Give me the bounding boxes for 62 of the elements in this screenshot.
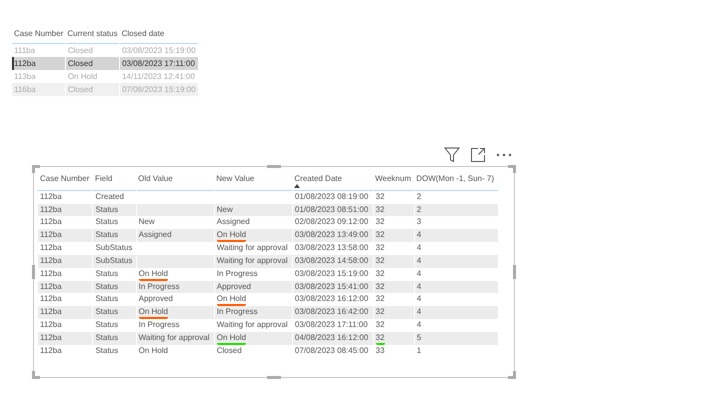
table-cell: 4	[414, 306, 498, 320]
table-cell: On Hold	[136, 344, 214, 358]
column-header[interactable]: Old Value	[138, 174, 173, 183]
table-cell: 04/08/2023 16:12:00	[292, 332, 374, 345]
column-header[interactable]: DOW(Mon -1, Sun- 7)	[416, 174, 494, 183]
table-cell: Status	[92, 306, 136, 320]
table-cell: 1	[414, 344, 498, 358]
table-cell: Status	[92, 229, 136, 242]
table-cell: 32	[373, 306, 414, 320]
table-cell: In Progress	[214, 306, 292, 320]
table-cell: 01/08/2023 08:51:00	[292, 204, 374, 216]
table-cell: Waiting for approval	[214, 254, 292, 268]
table-cell: Assigned	[136, 229, 214, 242]
column-header[interactable]: Weeknum	[375, 174, 411, 183]
table-cell: 32	[373, 280, 414, 294]
table-cell: On Hold	[216, 230, 246, 242]
table-cell: 112ba	[38, 306, 93, 320]
table-cell: 112ba	[38, 254, 93, 268]
focus-mode-icon[interactable]	[470, 147, 486, 163]
table-cell: Closed	[214, 344, 292, 358]
table-cell: 112ba	[38, 344, 93, 358]
column-header[interactable]: Case Number	[40, 174, 90, 183]
table-cell: In Progress	[136, 280, 214, 294]
table-cell: 112ba	[38, 280, 93, 294]
table-cell: 07/08/2023 08:45:00	[292, 344, 374, 358]
filter-icon[interactable]	[444, 147, 460, 163]
column-header[interactable]: Current status	[65, 27, 120, 44]
table-cell: Status	[92, 204, 136, 216]
table-cell: 03/08/2023 16:42:00	[292, 306, 374, 320]
table-cell: 4	[414, 254, 498, 268]
table-cell: 112ba	[38, 204, 93, 216]
table-cell: Status	[92, 332, 136, 345]
table-cell: 112ba	[38, 229, 93, 242]
column-header[interactable]: Field	[94, 174, 112, 183]
table-cell: 03/08/2023 13:49:00	[292, 229, 374, 242]
table-cell: 03/08/2023 15:41:00	[292, 280, 374, 294]
table-cell: Status	[92, 344, 136, 358]
table-cell: 32	[373, 204, 414, 216]
sort-ascending-icon	[294, 184, 300, 188]
table-cell: Status	[92, 280, 136, 294]
table-cell: SubStatus	[92, 254, 136, 268]
table-cell: Waiting for approval	[136, 332, 214, 345]
table-cell: 33	[373, 344, 414, 358]
column-header[interactable]: Created Date	[294, 174, 342, 183]
table-cell: 03/08/2023 14:58:00	[292, 254, 374, 268]
table-cell: 32	[376, 332, 385, 345]
table-cell: 112ba	[38, 332, 93, 345]
table-cell: 32	[373, 229, 414, 242]
column-header[interactable]: Closed date	[120, 27, 198, 44]
table-cell: New	[214, 204, 292, 216]
table-cell: 4	[414, 229, 498, 242]
column-header[interactable]: New Value	[216, 174, 254, 183]
table-cell: On Hold	[216, 332, 246, 345]
table-cell: 32	[373, 254, 414, 268]
column-header[interactable]: Case Number	[12, 27, 66, 44]
table-cell: 5	[414, 332, 498, 345]
table-cell: 2	[414, 204, 498, 216]
more-options-icon[interactable]	[496, 153, 512, 157]
table-row[interactable]: 112ba Closed 03/08/2023 17:11:00	[12, 57, 198, 70]
table-cell: Approved	[214, 280, 292, 294]
table-cell: On Hold	[138, 307, 168, 320]
table-cell: 4	[414, 280, 498, 294]
